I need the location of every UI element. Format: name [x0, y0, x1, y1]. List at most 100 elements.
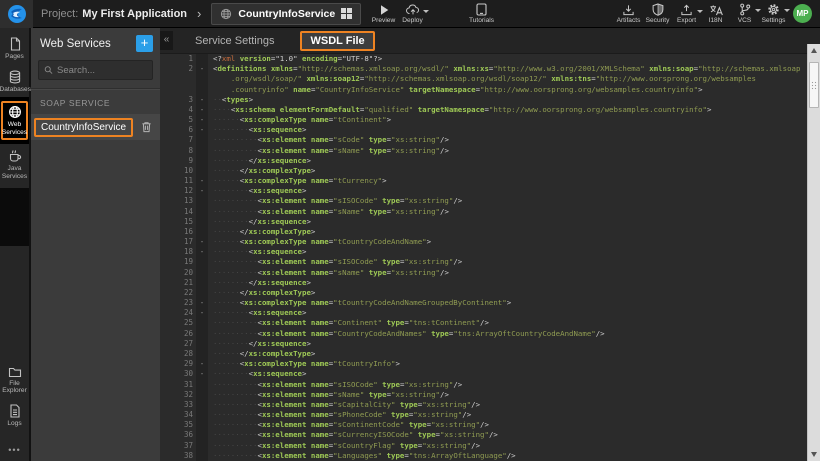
- code-line: 3-··<types>: [160, 95, 820, 105]
- globe-icon: [8, 105, 22, 119]
- code-line: 35··········<xs:element name="sContinent…: [160, 420, 820, 430]
- code-line: 21········</xs:sequence>: [160, 278, 820, 288]
- code-line: 1<?xml version="1.0" encoding="UTF-8"?>: [160, 54, 820, 64]
- code-line: 23-······<xs:complexType name="tCountryC…: [160, 298, 820, 308]
- project-label: Project:: [41, 8, 78, 20]
- service-list-item[interactable]: CountryInfoService: [31, 114, 160, 140]
- sidebar-item-java-services[interactable]: Java Services: [0, 144, 29, 184]
- add-service-button[interactable]: +: [136, 35, 153, 52]
- sidebar-item-databases[interactable]: Databases: [0, 65, 29, 98]
- action-label: Export: [677, 17, 696, 24]
- code-line: 18-········<xs:sequence>: [160, 247, 820, 257]
- thumb-grip: [811, 81, 818, 90]
- editor-scrollbar[interactable]: [807, 44, 820, 461]
- overflow-icon[interactable]: •••: [8, 445, 20, 455]
- rail-bottom: File Explorer Logs •••: [0, 361, 29, 456]
- search-icon: [44, 65, 53, 75]
- sidebar-item-label: Pages: [0, 53, 30, 61]
- i18n-button[interactable]: I18N: [701, 4, 730, 24]
- grid-icon[interactable]: [341, 8, 352, 19]
- topbar-actions: Preview Deploy Tutorials Artifacts Secur…: [369, 0, 820, 28]
- database-icon: [8, 70, 22, 84]
- sidebar-item-logs[interactable]: Logs: [0, 399, 30, 432]
- trash-icon[interactable]: [141, 121, 152, 133]
- scroll-down-arrow-icon[interactable]: [811, 452, 817, 457]
- code-line: 33··········<xs:element name="sCapitalCi…: [160, 400, 820, 410]
- cloud-upload-icon: [406, 4, 420, 16]
- code-line: 9········</xs:sequence>: [160, 156, 820, 166]
- export-button[interactable]: Export: [672, 4, 701, 24]
- code-line: 4-····<xs:schema elementFormDefault="qua…: [160, 105, 820, 115]
- action-label: Tutorials: [469, 17, 494, 24]
- gear-icon: [767, 3, 780, 16]
- collapse-panel-button[interactable]: «: [160, 31, 173, 50]
- code-line: 36··········<xs:element name="sCurrencyI…: [160, 430, 820, 440]
- code-line: 26··········<xs:element name="CountryCod…: [160, 329, 820, 339]
- code-line: 29-······<xs:complexType name="tCountryI…: [160, 359, 820, 369]
- code-line: 25··········<xs:element name="Continent"…: [160, 318, 820, 328]
- code-line: .org/wsdl/soap/" xmlns:soap12="http://sc…: [160, 74, 820, 84]
- code-line: 37··········<xs:element name="sCountryFl…: [160, 441, 820, 451]
- translate-icon: [709, 4, 723, 16]
- sidebar-item-label: Databases: [0, 86, 30, 94]
- tab-wsdl-file[interactable]: WSDL File: [300, 31, 374, 51]
- scroll-up-arrow-icon[interactable]: [811, 48, 817, 53]
- editor-tab-bar: « Service Settings WSDL File: [160, 28, 820, 54]
- code-line: 14··········<xs:element name="sName" typ…: [160, 207, 820, 217]
- section-label-soap: SOAP SERVICE: [31, 90, 160, 114]
- log-icon: [9, 404, 21, 418]
- preview-button[interactable]: Preview: [369, 4, 398, 24]
- code-line: 20··········<xs:element name="sName" typ…: [160, 268, 820, 278]
- deploy-button[interactable]: Deploy: [398, 4, 427, 24]
- service-search[interactable]: [38, 60, 153, 80]
- code-line: 16······</xs:complexType>: [160, 227, 820, 237]
- code-line: 30-········<xs:sequence>: [160, 369, 820, 379]
- code-line: 5-······<xs:complexType name="tContinent…: [160, 115, 820, 125]
- artifacts-button[interactable]: Artifacts: [614, 4, 643, 24]
- code-line: 27········</xs:sequence>: [160, 339, 820, 349]
- chevron-right-icon: ›: [197, 6, 201, 21]
- action-label: VCS: [738, 17, 752, 24]
- sidebar-item-label: Java Services: [0, 165, 30, 180]
- user-avatar[interactable]: MP: [793, 4, 812, 23]
- vcs-button[interactable]: VCS: [730, 3, 759, 24]
- coffee-icon: [8, 149, 22, 163]
- action-label: Preview: [372, 17, 395, 24]
- branch-icon: [739, 3, 751, 16]
- sidebar-item-file-explorer[interactable]: File Explorer: [0, 361, 30, 399]
- project-name[interactable]: My First Application: [82, 8, 187, 20]
- globe-icon: [220, 8, 232, 20]
- code-line: 24-········<xs:sequence>: [160, 308, 820, 318]
- wsdl-code-editor[interactable]: 1<?xml version="1.0" encoding="UTF-8"?> 2…: [160, 54, 820, 461]
- tray-download-icon: [622, 4, 635, 16]
- code-line: 34··········<xs:element name="sPhoneCode…: [160, 410, 820, 420]
- scrollbar-thumb[interactable]: [809, 62, 819, 108]
- web-services-panel: Web Services + SOAP SERVICE CountryInfoS…: [31, 28, 160, 461]
- sidebar-item-web-services[interactable]: Web Services: [0, 97, 29, 144]
- app-logo[interactable]: [0, 0, 33, 28]
- settings-button[interactable]: Settings: [759, 3, 788, 24]
- code-line: 13··········<xs:element name="sISOCode" …: [160, 196, 820, 206]
- rail-spacer: [0, 188, 29, 246]
- code-line: .countryinfo" name="CountryInfoService" …: [160, 85, 820, 95]
- action-label: Settings: [762, 17, 786, 24]
- main-area: « Service Settings WSDL File 1<?xml vers…: [160, 28, 820, 461]
- tray-upload-icon: [680, 4, 693, 16]
- breadcrumb: Project: My First Application ›: [41, 6, 211, 21]
- caret-down-icon: [423, 10, 429, 13]
- action-label: Deploy: [402, 17, 423, 24]
- sidebar-item-pages[interactable]: Pages: [0, 32, 29, 65]
- service-tab-label: CountryInfoService: [238, 8, 335, 20]
- security-button[interactable]: Security: [643, 3, 672, 24]
- code-line: 10······</xs:complexType>: [160, 166, 820, 176]
- tutorials-button[interactable]: Tutorials: [467, 3, 496, 24]
- code-line: 7··········<xs:element name="sCode" type…: [160, 135, 820, 145]
- code-line: 32··········<xs:element name="sName" typ…: [160, 390, 820, 400]
- search-input[interactable]: [57, 65, 147, 76]
- panel-title: Web Services: [40, 38, 111, 50]
- play-icon: [378, 4, 390, 16]
- page-icon: [8, 37, 22, 51]
- tab-service-settings[interactable]: Service Settings: [195, 35, 274, 47]
- service-tab[interactable]: CountryInfoService: [211, 3, 361, 25]
- action-label: Security: [646, 17, 670, 24]
